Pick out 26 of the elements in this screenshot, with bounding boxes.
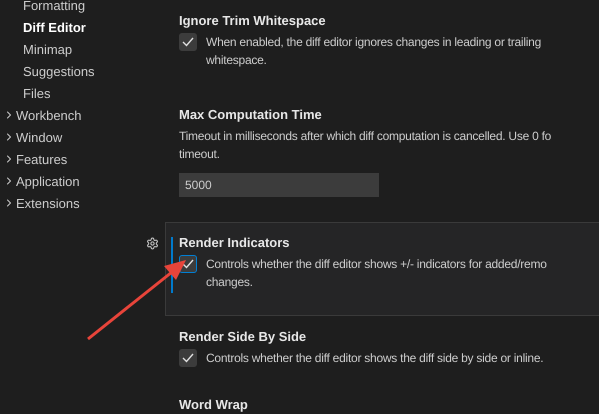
setting-title: Word Wrap [179,397,249,412]
sidebar-item[interactable]: Diff Editor [0,16,165,38]
sidebar-item[interactable]: Formatting [0,0,165,16]
sidebar-item[interactable]: Workbench [0,104,165,126]
setting-description: Controls whether the diff editor shows the diff side by side or inline. [206,350,544,367]
checkmark-icon [182,259,194,269]
sidebar-item[interactable]: Extensions [0,192,165,214]
setting-description: Controls whether the diff editor shows +/- indicators for added/remo changes. [206,256,547,291]
checkbox[interactable] [179,349,197,367]
checkmark-icon [182,37,194,47]
sidebar-item[interactable]: Files [0,82,165,104]
sidebar-item[interactable]: Application [0,170,165,192]
setting-title: Render Side By Side [179,328,308,346]
number-field[interactable]: 5000 [179,173,379,197]
sidebar-item[interactable]: Features [0,148,165,170]
setting-title: Render Indicators [179,234,291,252]
setting-title: Max Computation Time [179,106,323,124]
checkbox[interactable] [179,33,197,51]
sidebar-item[interactable]: Window [0,126,165,148]
settings-icon[interactable] [146,237,159,250]
setting-description: When enabled, the diff editor ignores changes in leading or trailing whitespace. [206,34,542,69]
checkmark-icon [182,353,194,363]
setting-title: Ignore Trim Whitespace [179,12,327,30]
sidebar-item[interactable]: Minimap [0,38,165,60]
sidebar-item[interactable]: Suggestions [0,60,165,82]
setting-description: Timeout in milliseconds after which diff computation is cancelled. Use 0 fo timeout. [179,128,552,163]
